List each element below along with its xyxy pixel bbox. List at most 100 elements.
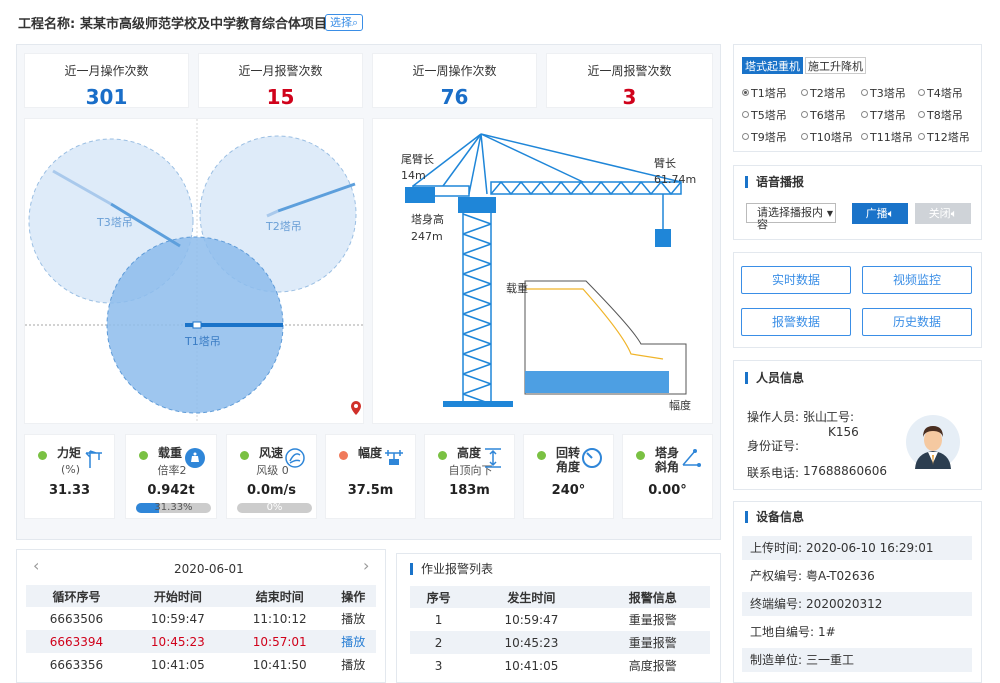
stat-value: 3	[622, 85, 637, 109]
info-row: 终端编号: 2020020312	[742, 592, 972, 616]
stat-label: 近一月操作次数	[64, 64, 149, 78]
info-row: 产权编号: 粤A-T02636	[750, 569, 875, 583]
speaker-icon: 🔈︎	[887, 207, 895, 220]
radio-circle-icon	[801, 133, 808, 140]
column-header: 操作	[330, 585, 376, 607]
progress-label: 31.33%	[154, 503, 193, 513]
crane-radio-option[interactable]: T9塔吊	[742, 129, 787, 145]
status-dot	[240, 451, 249, 460]
table-row: 6663394 10:45:23 10:57:01 播放	[26, 630, 376, 653]
range-axis-label: 幅度	[669, 398, 691, 412]
crane-radio-option[interactable]: T6塔吊	[801, 107, 846, 123]
sensor-value: 0.0m/s	[246, 483, 297, 498]
sensor-value: 0.942t	[147, 483, 195, 498]
video-monitor-button[interactable]: 视频监控	[862, 266, 972, 294]
boom-length-value: 61.74m	[654, 173, 696, 186]
radio-circle-icon	[861, 133, 868, 140]
column-header: 结束时间	[228, 585, 331, 607]
column-header: 报警信息	[595, 586, 710, 608]
employee-id-label: 工号:	[826, 410, 855, 424]
sensor-card-load: 载重 倍率2 0.942t 31.33%	[125, 434, 217, 519]
date-display: 2020-06-01	[174, 562, 244, 576]
play-link[interactable]: 播放	[331, 607, 376, 630]
table-row: 3 10:41:05 高度报警	[434, 658, 677, 674]
radio-circle-icon	[801, 89, 808, 96]
stat-label: 近一周操作次数	[412, 64, 497, 78]
crane-radio-option[interactable]: T1塔吊	[742, 85, 787, 101]
prev-date-arrow[interactable]: ‹	[33, 556, 39, 575]
load-progress-bar: 31.33%	[136, 503, 211, 513]
stat-value: 15	[266, 85, 295, 109]
tab-tower-crane[interactable]: 塔式起重机	[742, 57, 803, 74]
project-label: 工程名称:	[18, 17, 76, 32]
broadcast-button[interactable]: 广播🔈︎	[852, 203, 908, 224]
boom-length-label: 臂长	[654, 157, 676, 170]
voice-title: 语音播报	[745, 176, 804, 188]
info-row: 上传时间: 2020-06-10 16:29:01	[742, 536, 972, 560]
map-label-t3: T3塔吊	[96, 216, 133, 229]
crane-radio-option[interactable]: T11塔吊	[861, 129, 913, 145]
stat-card: 近一月报警次数 15	[198, 53, 363, 109]
tail-length-label: 尾臂长	[401, 153, 434, 166]
crane-radio-option[interactable]: T5塔吊	[742, 107, 787, 123]
speaker-muted-icon: 🔈︎	[950, 207, 958, 220]
crane-map: T3塔吊 T2塔吊 T1塔吊	[24, 118, 364, 424]
map-label-t1: T1塔吊	[184, 335, 221, 348]
stat-value: 301	[85, 85, 128, 109]
alarm-table: 序号 发生时间 报警信息 1 10:59:47 重量报警 2 10:45:23 …	[410, 586, 710, 677]
stat-card: 近一周操作次数 76	[372, 53, 537, 109]
crane-radio-option[interactable]: T7塔吊	[861, 107, 906, 123]
crane-radio-option[interactable]: T2塔吊	[801, 85, 846, 101]
sensor-card-tilt: 塔身 斜角 0.00°	[622, 434, 713, 519]
tail-length-value: 14m	[401, 169, 426, 182]
info-row: 工地自编号: 1#	[750, 625, 836, 639]
crane-diagram: 尾臂长 14m 臂长 61.74m 塔身高 247m 载重 幅度	[372, 118, 713, 424]
radio-circle-icon	[861, 89, 868, 96]
sensor-card-rotation: 回转 角度 240°	[523, 434, 614, 519]
map-label-t2: T2塔吊	[265, 220, 302, 233]
crane-radio-option[interactable]: T4塔吊	[918, 85, 963, 101]
column-header: 循环序号	[26, 585, 127, 607]
play-link[interactable]: 播放	[330, 630, 376, 653]
chevron-down-icon: ▼	[826, 209, 833, 218]
crane-radio-option[interactable]: T12塔吊	[918, 129, 970, 145]
next-date-arrow[interactable]: ›	[363, 556, 369, 575]
wind-progress-bar: 0%	[237, 503, 312, 513]
sensor-card-height: 高度 自顶向下 183m	[424, 434, 515, 519]
realtime-data-button[interactable]: 实时数据	[741, 266, 851, 294]
load-curve-chart	[524, 280, 687, 395]
status-dot	[139, 451, 148, 460]
stat-value: 76	[440, 85, 469, 109]
crane-radio-option[interactable]: T10塔吊	[801, 129, 853, 145]
stat-card: 近一月操作次数 301	[24, 53, 189, 109]
radio-circle-icon	[918, 89, 925, 96]
radio-circle-icon	[742, 89, 749, 96]
load-axis-label: 载重	[506, 281, 528, 295]
radio-circle-icon	[861, 111, 868, 118]
voice-content-select[interactable]: 请选择播报内容 ▼	[746, 203, 836, 231]
operator-name: 张山	[803, 410, 828, 424]
table-row: 6663506 10:59:47 11:10:12 播放	[26, 607, 376, 630]
column-header: 发生时间	[467, 586, 596, 608]
location-pin-icon	[351, 401, 361, 415]
status-dot	[636, 451, 645, 460]
stat-label: 近一周报警次数	[587, 64, 672, 78]
column-header: 开始时间	[126, 585, 229, 607]
alarm-data-button[interactable]: 报警数据	[741, 308, 851, 336]
crane-radio-option[interactable]: T8塔吊	[918, 107, 963, 123]
crane-moment-icon	[85, 450, 102, 468]
table-row: 1 10:59:47 重量报警	[434, 612, 677, 628]
operator-label: 操作人员:	[747, 410, 800, 424]
sensor-value: 0.00°	[648, 483, 687, 498]
close-broadcast-button[interactable]: 关闭🔈︎	[915, 203, 971, 224]
history-data-button[interactable]: 历史数据	[862, 308, 972, 336]
crane-radio-option[interactable]: T3塔吊	[861, 85, 906, 101]
progress-label: 0%	[266, 503, 283, 513]
tab-construction-elevator[interactable]: 施工升降机	[805, 57, 866, 74]
cycle-table: 循环序号 开始时间 结束时间 操作 6663506 10:59:47 11:10…	[26, 585, 376, 676]
sensor-value: 31.33	[48, 483, 91, 498]
sensor-card-range: 幅度 37.5m	[325, 434, 416, 519]
play-link[interactable]: 播放	[331, 653, 376, 676]
select-project-button[interactable]: 选择⌕	[325, 14, 364, 31]
radio-circle-icon	[742, 133, 749, 140]
